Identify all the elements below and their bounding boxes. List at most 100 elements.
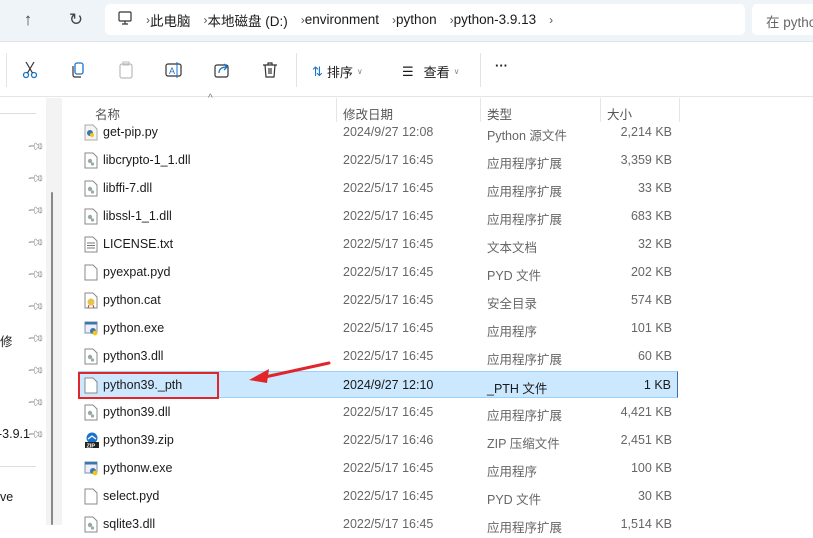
file-name[interactable]: pythonw.exe (103, 461, 173, 475)
file-name[interactable]: python39.dll (103, 405, 170, 419)
search-input[interactable]: 在 python-3.9.13 中搜索 (752, 4, 813, 35)
file-type: 应用程序 (487, 465, 538, 479)
file-name[interactable]: pyexpat.pyd (103, 265, 170, 279)
dll-icon (84, 404, 98, 421)
file-row[interactable]: ZIP python39.zip 2022/5/17 16:46 ZIP 压缩文件 2,… (78, 427, 678, 454)
file-type: 应用程序扩展 (487, 409, 563, 423)
sort-label: 排序 (326, 65, 353, 80)
file-name[interactable]: select.pyd (103, 489, 159, 503)
pin-icon[interactable]: 📌︎ (26, 201, 45, 220)
file-date: 2022/5/17 16:45 (343, 489, 434, 503)
file-type: 应用程序扩展 (487, 353, 563, 367)
nav-pane-gutter (46, 98, 62, 525)
file-size: 101 KB (630, 321, 672, 335)
file-size: 32 KB (637, 237, 672, 251)
chevron-right-icon[interactable]: › (549, 13, 553, 27)
file-row[interactable]: libcrypto-1_1.dll 2022/5/17 16:45 应用程序扩展 3,… (78, 147, 678, 174)
file-date: 2022/5/17 16:45 (343, 321, 434, 335)
file-date: 2022/5/17 16:45 (343, 237, 434, 251)
command-bar: A ⇅ 排序 ∨ ☰ 查看 ∨ ··· (0, 43, 813, 97)
column-divider[interactable] (679, 98, 680, 122)
pin-icon[interactable]: 📌︎ (26, 297, 45, 316)
breadcrumb-item[interactable]: 此电脑 (150, 10, 191, 30)
file-date: 2024/9/27 12:08 (343, 125, 434, 139)
pin-icon[interactable]: 📌︎ (26, 169, 45, 188)
dll-icon (84, 180, 98, 197)
paste-icon[interactable] (115, 59, 137, 81)
more-options-button[interactable]: ··· (495, 58, 508, 73)
cut-icon[interactable] (19, 59, 41, 81)
sort-button[interactable]: ⇅ 排序 ∨ (312, 62, 363, 81)
file-size: 33 KB (637, 181, 672, 195)
file-size: 100 KB (630, 461, 672, 475)
rename-icon[interactable]: A (163, 59, 185, 81)
file-type: 应用程序扩展 (487, 157, 563, 171)
file-type: ZIP 压缩文件 (487, 437, 560, 451)
breadcrumb-item[interactable]: python-3.9.13 (454, 12, 537, 27)
file-name[interactable]: LICENSE.txt (103, 237, 173, 251)
file-row[interactable]: pythonw.exe 2022/5/17 16:45 应用程序 100 KB (78, 455, 678, 482)
file-name[interactable]: python.cat (103, 293, 161, 307)
view-button[interactable]: ☰ 查看 ∨ (402, 62, 460, 81)
file-type: _PTH 文件 (487, 382, 548, 396)
delete-icon[interactable] (259, 59, 281, 81)
breadcrumb-item[interactable]: python (396, 12, 437, 27)
refresh-icon[interactable]: ↻ (64, 8, 88, 32)
file-name[interactable]: python3.dll (103, 349, 163, 363)
file-name[interactable]: python.exe (103, 321, 164, 335)
navigation-bar: ↑ ↻ › 此电脑 › 本地磁盘 (D:) › environment › py… (0, 0, 813, 42)
breadcrumb-item[interactable]: 本地磁盘 (D:) (208, 10, 288, 30)
file-row[interactable]: libssl-1_1.dll 2022/5/17 16:45 应用程序扩展 683 K… (78, 203, 678, 230)
file-name[interactable]: sqlite3.dll (103, 517, 155, 531)
address-bar[interactable]: › 此电脑 › 本地磁盘 (D:) › environment › python… (105, 4, 745, 35)
share-icon[interactable] (211, 59, 233, 81)
divider (480, 53, 481, 87)
file-type: 应用程序扩展 (487, 185, 563, 199)
annotation-arrow-icon (249, 361, 331, 383)
scrollbar[interactable] (51, 192, 53, 525)
file-type: 应用程序扩展 (487, 213, 563, 227)
file-row[interactable]: pyexpat.pyd 2022/5/17 16:45 PYD 文件 202 KB (78, 259, 678, 286)
file-size: 3,359 KB (620, 153, 672, 167)
up-arrow-icon[interactable]: ↑ (16, 8, 40, 32)
file-type: PYD 文件 (487, 493, 542, 507)
file-row[interactable]: select.pyd 2022/5/17 16:45 PYD 文件 30 KB (78, 483, 678, 510)
file-name[interactable]: libssl-1_1.dll (103, 209, 172, 223)
file-type: 文本文档 (487, 241, 538, 255)
python-file-icon (84, 124, 98, 141)
quick-access-item[interactable]: -3.9.1 (0, 427, 30, 441)
divider (0, 113, 36, 114)
breadcrumb-item[interactable]: environment (305, 12, 379, 27)
quick-access-item[interactable]: 修 (0, 331, 13, 350)
file-row[interactable]: LICENSE.txt 2022/5/17 16:45 文本文档 32 KB (78, 231, 678, 258)
file-row[interactable]: python39.dll 2022/5/17 16:45 应用程序扩展 4,421 K… (78, 399, 678, 426)
file-row[interactable]: python.cat 2022/5/17 16:45 安全目录 574 KB (78, 287, 678, 314)
dll-icon (84, 152, 98, 169)
file-row[interactable]: python3.dll 2022/5/17 16:45 应用程序扩展 60 KB (78, 343, 678, 370)
file-name[interactable]: python39.zip (103, 433, 174, 447)
file-name[interactable]: libcrypto-1_1.dll (103, 153, 191, 167)
pin-icon[interactable]: 📌︎ (26, 233, 45, 252)
file-size: 2,451 KB (620, 433, 672, 447)
file-row[interactable]: get-pip.py 2024/9/27 12:08 Python 源文件 2,214… (78, 119, 678, 146)
pin-icon[interactable]: 📌︎ (26, 329, 45, 348)
python-exe-icon (84, 460, 98, 477)
pin-icon[interactable]: 📌︎ (26, 393, 45, 412)
file-date: 2022/5/17 16:45 (343, 349, 434, 363)
copy-icon[interactable] (67, 59, 89, 81)
python-exe-icon (84, 320, 98, 337)
divider (0, 466, 36, 467)
file-size: 30 KB (637, 489, 672, 503)
pin-icon[interactable]: 📌︎ (26, 265, 45, 284)
file-name[interactable]: libffi-7.dll (103, 181, 152, 195)
nav-item[interactable]: ve (0, 490, 13, 504)
view-label: 查看 (423, 65, 450, 80)
pin-icon[interactable]: 📌︎ (26, 361, 45, 380)
file-row[interactable]: libffi-7.dll 2022/5/17 16:45 应用程序扩展 33 KB (78, 175, 678, 202)
navigation-pane: 📌︎ 📌︎ 📌︎ 📌︎ 📌︎ 📌︎ 📌︎ 📌︎ 📌︎ 📌︎ 修 -3.9.1 v… (0, 98, 46, 525)
file-name[interactable]: get-pip.py (103, 125, 158, 139)
pin-icon[interactable]: 📌︎ (26, 137, 45, 156)
file-row[interactable]: python.exe 2022/5/17 16:45 应用程序 101 KB (78, 315, 678, 342)
svg-text:ZIP: ZIP (87, 443, 96, 449)
file-date: 2022/5/17 16:45 (343, 461, 434, 475)
